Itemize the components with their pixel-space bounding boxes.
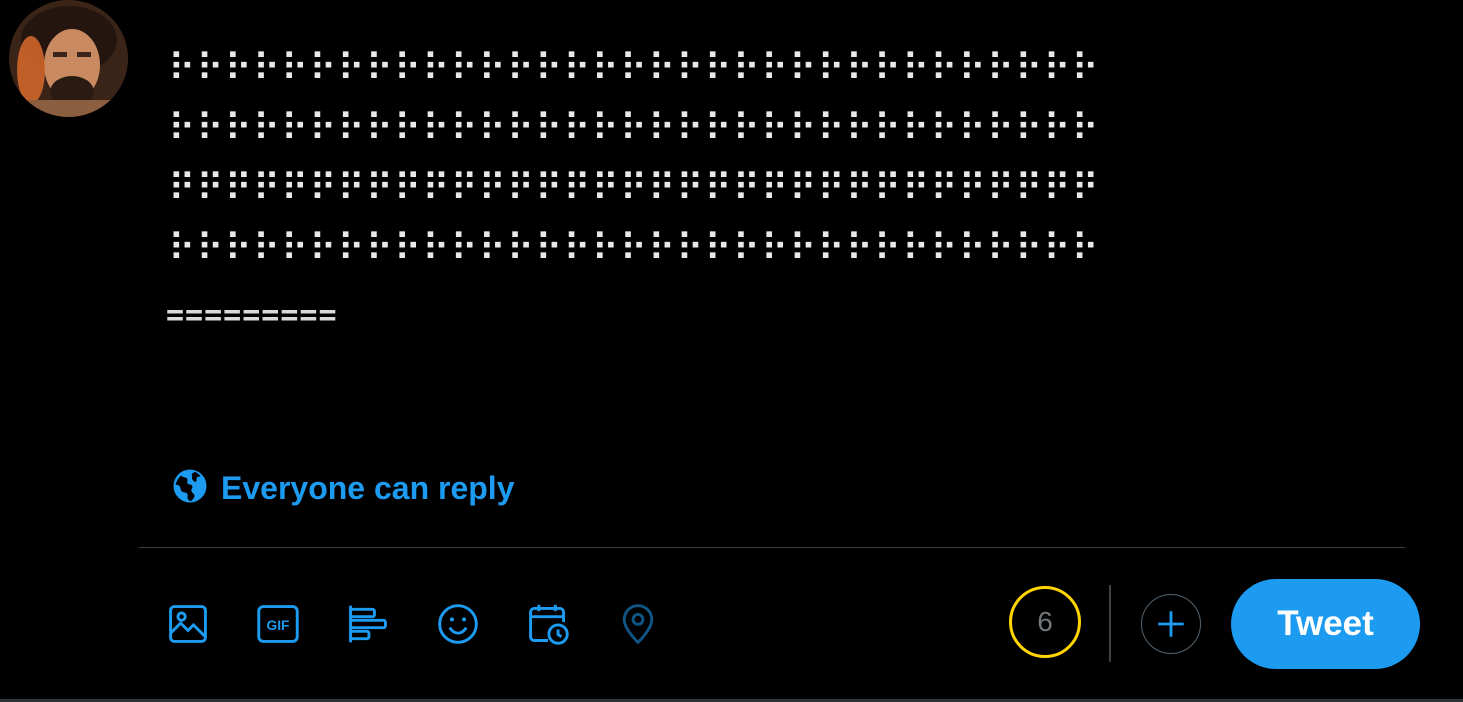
tweet-text-equals: ========= [166,298,338,333]
gif-button[interactable]: GIF [248,594,308,654]
poll-icon [349,605,387,643]
poll-button[interactable] [338,594,398,654]
tweet-text-line: ⠟⠟⠟⠟⠟⠟⠟⠟⠟⠟⠟⠟⠟⠟⠟⠟⠟⠟⠟⠟⠟⠟⠟⠟⠟⠟⠟⠟⠟⠟⠟⠟⠟ [168,166,1100,210]
tweet-text-line: ⠗⠗⠗⠗⠗⠗⠗⠗⠗⠗⠗⠗⠗⠗⠗⠗⠗⠗⠗⠗⠗⠗⠗⠗⠗⠗⠗⠗⠗⠗⠗⠗⠗ [168,46,1100,90]
add-tweet-button[interactable] [1141,594,1201,654]
location-icon [622,604,654,645]
plus-icon [1158,611,1184,637]
composer-toolbar: GIF [158,594,698,654]
emoji-button[interactable] [428,594,488,654]
gif-icon: GIF [257,605,299,643]
svg-text:GIF: GIF [267,618,290,633]
reply-setting-button[interactable]: Everyone can reply [172,466,514,510]
tweet-text-area[interactable]: ⠗⠗⠗⠗⠗⠗⠗⠗⠗⠗⠗⠗⠗⠗⠗⠗⠗⠗⠗⠗⠗⠗⠗⠗⠗⠗⠗⠗⠗⠗⠗⠗⠗ ⠗⠗⠗⠗⠗⠗⠗… [168,38,1408,278]
composer-divider [139,547,1405,548]
character-counter-value: 6 [1037,606,1053,637]
toolbar-separator [1109,585,1111,662]
media-icon [169,605,207,643]
tweet-button[interactable]: Tweet [1231,579,1420,669]
schedule-icon [529,604,569,645]
schedule-button[interactable] [518,594,578,654]
reply-setting-label: Everyone can reply [221,469,515,506]
tweet-text-line: ⠗⠗⠗⠗⠗⠗⠗⠗⠗⠗⠗⠗⠗⠗⠗⠗⠗⠗⠗⠗⠗⠗⠗⠗⠗⠗⠗⠗⠗⠗⠗⠗⠗ [168,106,1100,150]
location-button[interactable] [608,594,668,654]
tweet-composer: ⠗⠗⠗⠗⠗⠗⠗⠗⠗⠗⠗⠗⠗⠗⠗⠗⠗⠗⠗⠗⠗⠗⠗⠗⠗⠗⠗⠗⠗⠗⠗⠗⠗ ⠗⠗⠗⠗⠗⠗⠗… [0,0,1463,702]
character-counter: 6 [1009,586,1081,658]
globe-icon [172,468,208,509]
tweet-text-line: ⠗⠗⠗⠗⠗⠗⠗⠗⠗⠗⠗⠗⠗⠗⠗⠗⠗⠗⠗⠗⠗⠗⠗⠗⠗⠗⠗⠗⠗⠗⠗⠗⠗ [168,226,1100,270]
avatar[interactable] [9,0,128,117]
emoji-icon [438,604,478,644]
media-button[interactable] [158,594,218,654]
